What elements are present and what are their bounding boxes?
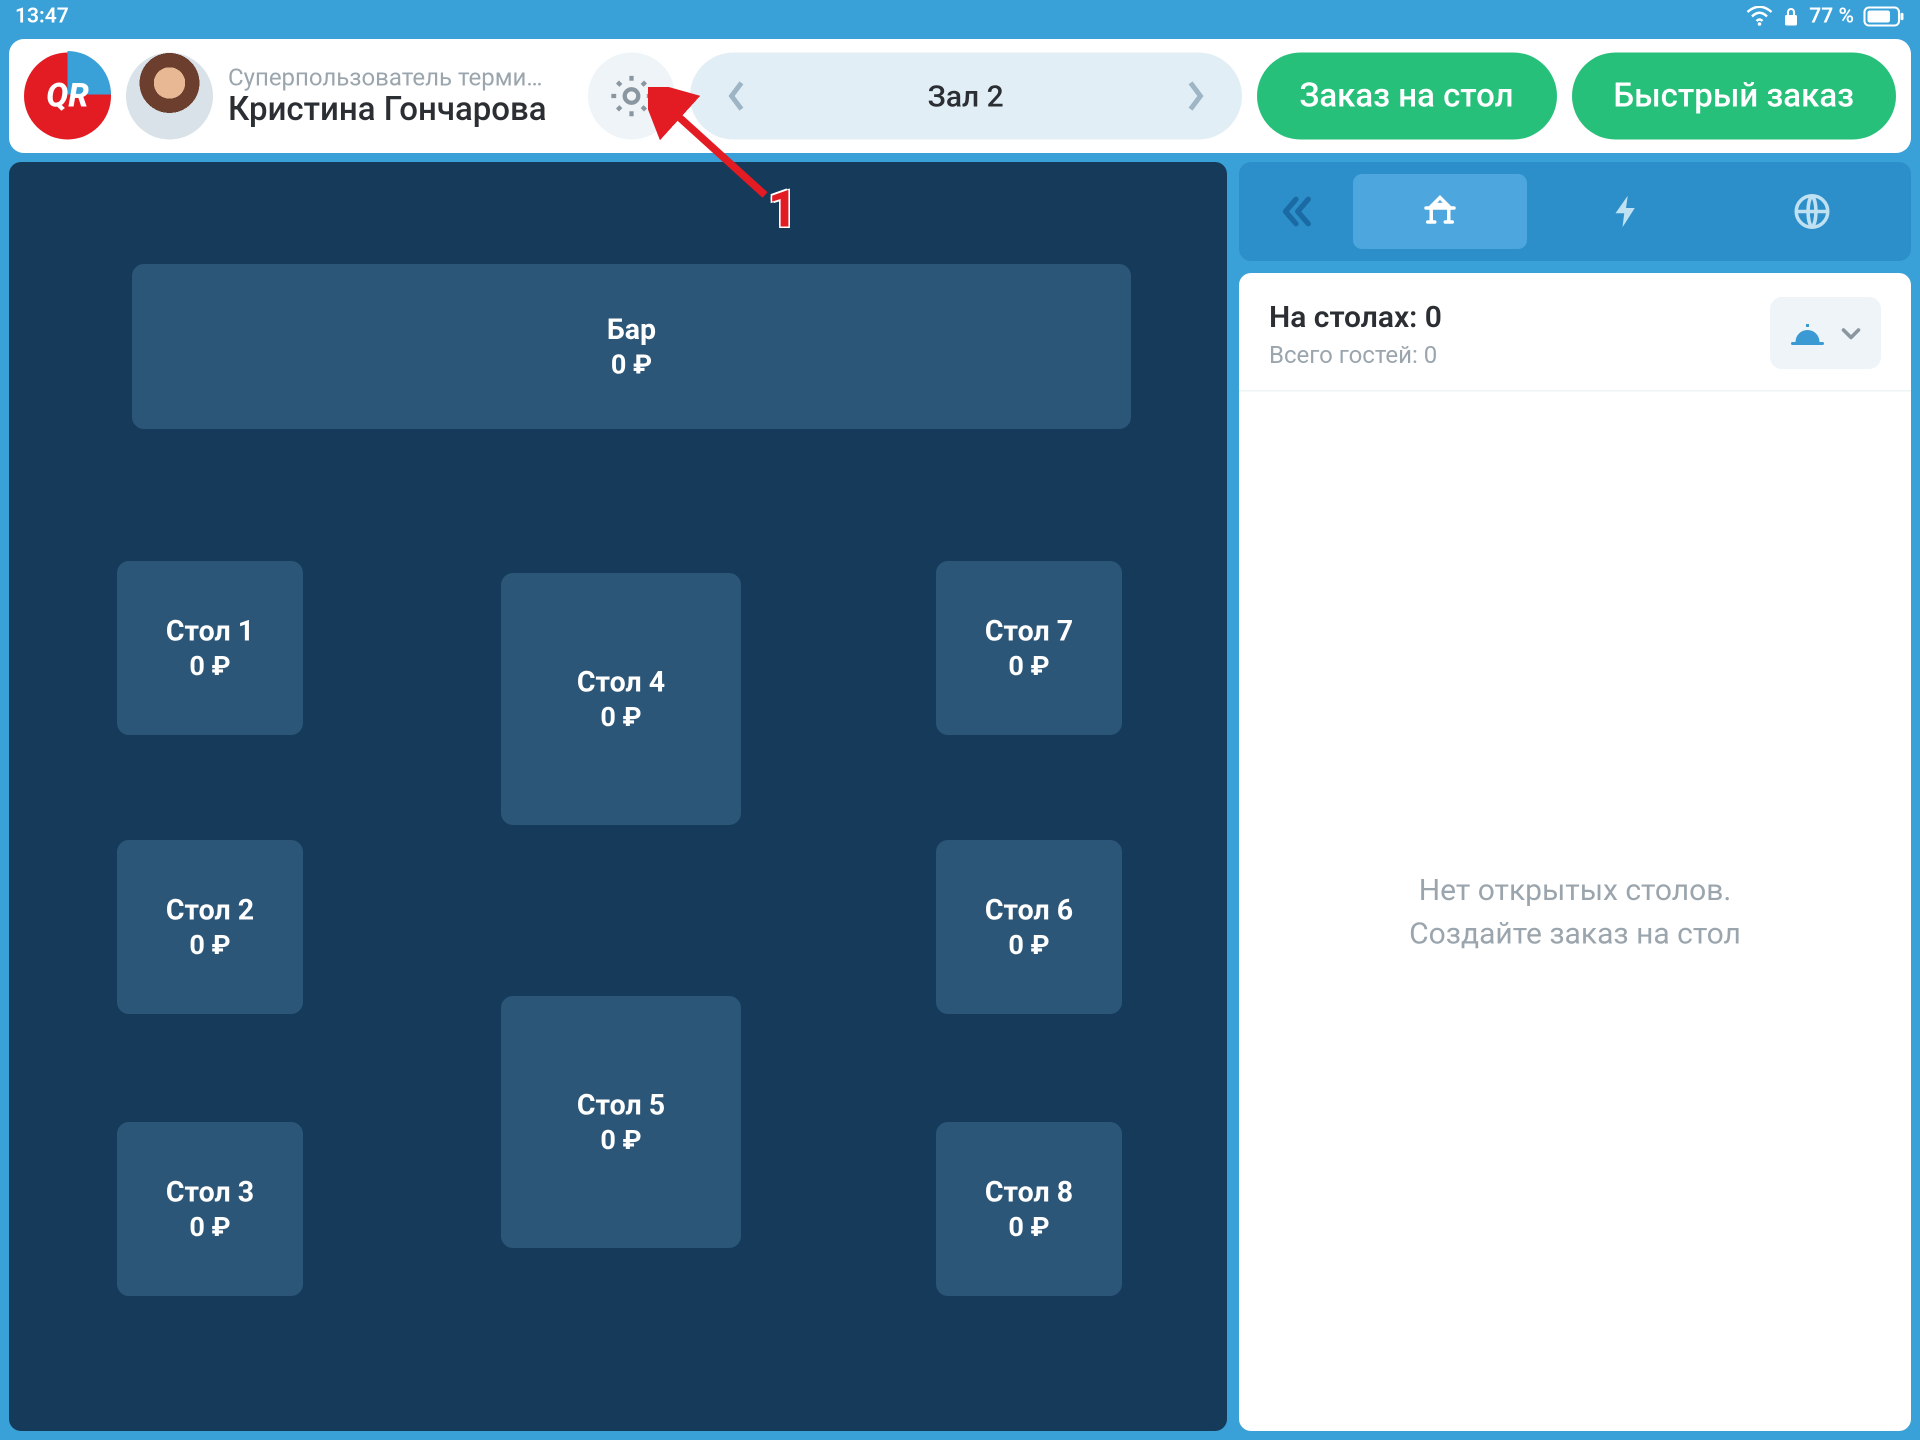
table-name: Стол 8 [985,1175,1073,1210]
room-name: Зал 2 [928,78,1004,114]
lightning-icon [1605,191,1647,233]
avatar[interactable] [126,53,213,140]
quick-order-label: Быстрый заказ [1613,77,1854,115]
table-price: 0 ₽ [189,930,230,962]
quick-order-button[interactable]: Быстрый заказ [1571,53,1896,140]
side-tabs [1239,162,1911,261]
logo-text: QR [24,53,111,140]
table-3[interactable]: Стол 3 0 ₽ [117,1122,303,1296]
wifi-icon [1746,6,1773,27]
app-logo[interactable]: QR [24,53,111,140]
table-name: Стол 2 [166,893,254,928]
user-role: Суперпользователь терми… [228,63,573,92]
floor-plan: Бар 0 ₽ Стол 1 0 ₽ Стол 2 0 ₽ Стол 3 0 ₽… [9,162,1227,1431]
tab-quick[interactable] [1539,174,1713,249]
room-selector: Зал 2 [690,53,1241,140]
order-table-button[interactable]: Заказ на стол [1256,53,1556,140]
table-price: 0 ₽ [189,1212,230,1244]
battery-icon [1863,6,1905,27]
table-price: 0 ₽ [611,350,652,382]
table-name: Стол 7 [985,614,1073,649]
chevron-right-icon [1184,80,1205,113]
room-prev-button[interactable] [714,74,759,119]
table-8[interactable]: Стол 8 0 ₽ [936,1122,1122,1296]
tab-tables[interactable] [1353,174,1527,249]
room-next-button[interactable] [1172,74,1217,119]
table-2[interactable]: Стол 2 0 ₽ [117,840,303,1014]
table-price: 0 ₽ [1008,651,1049,683]
status-battery-text: 77 % [1809,5,1854,29]
side-column: На столах: 0 Всего гостей: 0 Нет открыты… [1239,162,1911,1431]
table-6[interactable]: Стол 6 0 ₽ [936,840,1122,1014]
panel-guests: Всего гостей: 0 [1269,340,1442,369]
panel-filter-button[interactable] [1770,297,1881,369]
table-price: 0 ₽ [1008,930,1049,962]
chevron-down-icon [1839,321,1863,345]
table-name: Стол 5 [577,1088,665,1123]
table-name: Стол 4 [577,665,665,700]
gear-icon [606,71,657,122]
chevron-double-left-icon [1275,191,1317,233]
table-name: Бар [607,312,656,347]
panel-title: На столах: 0 [1269,298,1442,334]
table-name: Стол 1 [166,614,254,649]
cloche-icon [1788,317,1827,350]
table-4[interactable]: Стол 4 0 ₽ [501,573,741,825]
status-bar: 13:47 77 % [0,0,1920,33]
panel-empty-line1: Нет открытых столов. [1419,871,1732,907]
panel-head: На столах: 0 Всего гостей: 0 [1239,273,1911,392]
user-block[interactable]: Суперпользователь терми… Кристина Гончар… [228,63,573,129]
globe-icon [1791,191,1833,233]
table-name: Стол 6 [985,893,1073,928]
status-right: 77 % [1746,5,1905,29]
tab-web[interactable] [1725,174,1899,249]
side-panel: На столах: 0 Всего гостей: 0 Нет открыты… [1239,273,1911,1431]
table-price: 0 ₽ [600,702,641,734]
table-price: 0 ₽ [189,651,230,683]
table-price: 0 ₽ [1008,1212,1049,1244]
tables-icon [1419,191,1461,233]
status-time: 13:47 [15,5,69,29]
settings-button[interactable] [588,53,675,140]
panel-empty: Нет открытых столов. Создайте заказ на с… [1239,392,1911,1432]
table-bar[interactable]: Бар 0 ₽ [132,264,1131,429]
table-5[interactable]: Стол 5 0 ₽ [501,996,741,1248]
table-1[interactable]: Стол 1 0 ₽ [117,561,303,735]
table-price: 0 ₽ [600,1125,641,1157]
header: QR Суперпользователь терми… Кристина Гон… [9,39,1911,153]
table-7[interactable]: Стол 7 0 ₽ [936,561,1122,735]
order-table-label: Заказ на стол [1299,77,1513,115]
collapse-button[interactable] [1251,174,1341,249]
lock-icon [1782,6,1800,27]
chevron-left-icon [726,80,747,113]
panel-empty-line2: Создайте заказ на стол [1409,914,1741,950]
user-name: Кристина Гончарова [228,92,573,130]
table-name: Стол 3 [166,1175,254,1210]
